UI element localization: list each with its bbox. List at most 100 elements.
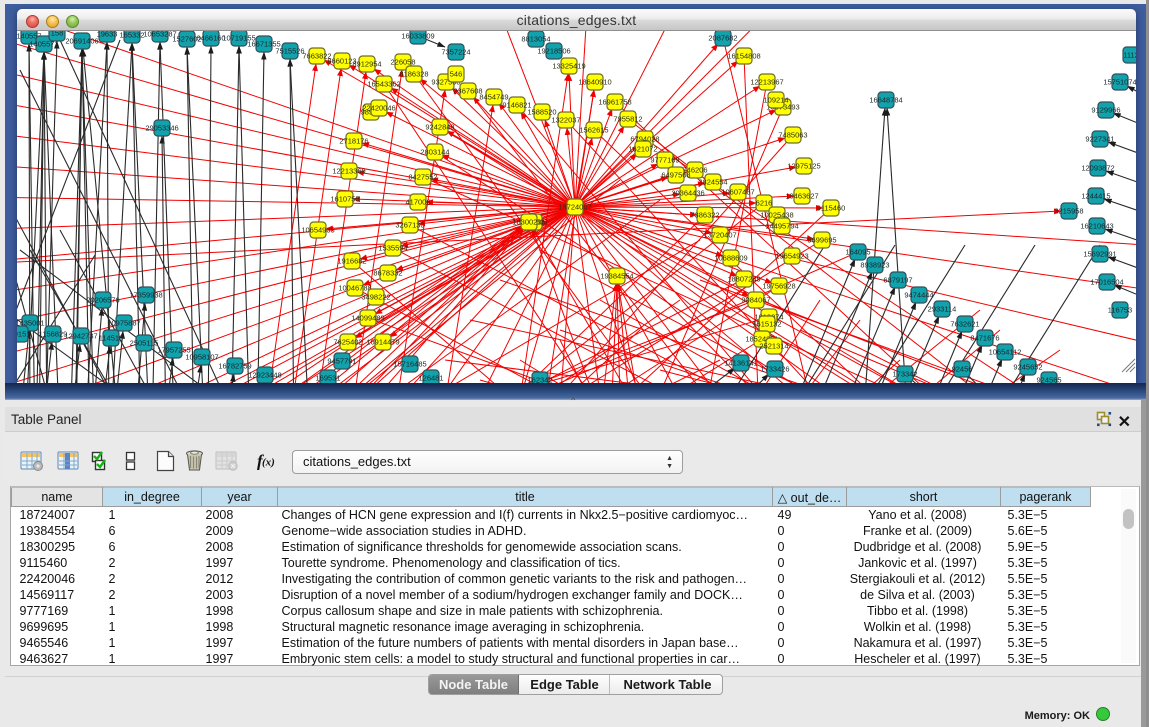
svg-text:92456: 92456: [952, 365, 973, 374]
svg-text:8938923: 8938923: [860, 261, 889, 270]
svg-text:126481: 126481: [418, 374, 443, 383]
svg-text:15716485: 15716485: [393, 360, 426, 369]
svg-text:19756928: 19756928: [762, 282, 795, 291]
svg-text:2718176: 2718176: [339, 137, 368, 146]
svg-text:1562615: 1562615: [579, 126, 608, 135]
svg-text:19633: 19633: [97, 31, 118, 39]
svg-text:14099489: 14099489: [351, 314, 384, 323]
svg-text:14495794: 14495794: [765, 222, 798, 231]
svg-text:14136141: 14136141: [724, 359, 757, 368]
svg-text:9245652: 9245652: [1013, 363, 1042, 372]
svg-text:2521314: 2521314: [759, 342, 788, 351]
svg-text:13720407: 13720407: [703, 231, 736, 240]
svg-text:10607487: 10607487: [721, 188, 754, 197]
svg-text:18807249: 18807249: [727, 275, 760, 284]
svg-text:165332: 165332: [119, 31, 144, 40]
svg-text:18640910: 18640910: [578, 78, 611, 87]
svg-text:3215958: 3215958: [1054, 207, 1083, 216]
svg-text:18724007: 18724007: [558, 203, 591, 212]
svg-text:12975125: 12975125: [787, 162, 820, 171]
svg-text:1621072: 1621072: [628, 145, 657, 154]
svg-text:924565: 924565: [1036, 376, 1061, 383]
svg-text:1610755: 1610755: [330, 195, 359, 204]
svg-text:19384554: 19384554: [600, 272, 633, 281]
svg-text:164095: 164095: [845, 248, 870, 257]
svg-text:7632621: 7632621: [950, 320, 979, 329]
svg-text:546: 546: [450, 70, 463, 79]
svg-text:1156829: 1156829: [39, 330, 68, 339]
svg-text:10688609: 10688609: [714, 254, 747, 263]
svg-text:20691406: 20691406: [65, 37, 98, 46]
svg-text:10463627: 10463627: [785, 192, 818, 201]
svg-text:10654935: 10654935: [301, 226, 334, 235]
svg-text:158: 158: [51, 31, 64, 38]
svg-text:16154808: 16154808: [727, 52, 760, 61]
svg-text:173342: 173342: [892, 370, 917, 379]
svg-text:9457791: 9457791: [327, 357, 356, 366]
svg-text:9474444: 9474444: [904, 291, 933, 300]
svg-text:12923448: 12923448: [248, 371, 281, 380]
svg-text:6216: 6216: [756, 199, 773, 208]
svg-text:6879197: 6879197: [883, 276, 912, 285]
svg-text:12213967: 12213967: [750, 78, 783, 87]
svg-text:1322037: 1322037: [551, 116, 580, 125]
svg-text:9699695: 9699695: [807, 236, 836, 245]
svg-text:10958107: 10958107: [185, 353, 218, 362]
svg-text:16648784: 16648784: [869, 96, 902, 105]
svg-text:29053346: 29053346: [145, 124, 178, 133]
svg-text:16033809: 16033809: [401, 32, 434, 41]
svg-text:2505115: 2505115: [130, 339, 159, 348]
svg-text:8427552: 8427552: [408, 173, 437, 182]
svg-text:114519: 114519: [99, 334, 123, 343]
svg-text:9084067: 9084067: [741, 296, 770, 305]
svg-text:6466160: 6466160: [196, 34, 225, 43]
svg-text:109214: 109214: [763, 96, 788, 105]
svg-text:9227341: 9227341: [1085, 135, 1114, 144]
svg-text:6497568: 6497568: [661, 171, 690, 180]
svg-text:9129966: 9129966: [1091, 106, 1120, 115]
svg-text:1535594: 1535594: [378, 244, 407, 253]
svg-text:7955812: 7955812: [613, 115, 642, 124]
svg-text:16543362: 16543362: [367, 80, 400, 89]
svg-text:8912954: 8912954: [352, 60, 381, 69]
svg-text:22420046: 22420046: [362, 104, 395, 113]
svg-text:3267130: 3267130: [395, 221, 424, 230]
svg-text:16961758: 16961758: [598, 98, 631, 107]
svg-text:(x): (x): [262, 457, 275, 469]
svg-text:17016504: 17016504: [1090, 278, 1123, 287]
svg-text:18300295: 18300295: [512, 218, 545, 227]
svg-text:116753: 116753: [1108, 306, 1132, 315]
svg-text:15692991: 15692991: [1083, 250, 1116, 259]
svg-text:9242848: 9242848: [425, 123, 454, 132]
svg-text:7625402: 7625402: [333, 338, 362, 347]
svg-text:2803144: 2803144: [420, 148, 449, 157]
svg-text:16210643: 16210643: [1080, 222, 1113, 231]
svg-text:10654112: 10654112: [989, 348, 1022, 357]
svg-text:16914479: 16914479: [366, 338, 399, 347]
svg-text:3498222: 3498222: [361, 293, 390, 302]
svg-text:1112: 1112: [1123, 51, 1136, 60]
svg-text:8471676: 8471676: [970, 334, 999, 343]
svg-text:7515526: 7515526: [275, 47, 304, 56]
svg-text:12942737: 12942737: [64, 332, 97, 341]
svg-text:2367608: 2367608: [453, 87, 482, 96]
svg-text:13325419: 13325419: [552, 62, 585, 71]
svg-text:39151: 39151: [17, 330, 30, 339]
svg-text:20364436: 20364436: [671, 189, 704, 198]
svg-text:12213369: 12213369: [332, 167, 365, 176]
svg-text:9777169: 9777169: [650, 156, 679, 165]
svg-text:226058: 226058: [390, 58, 415, 67]
svg-text:16782759: 16782759: [218, 362, 251, 371]
svg-text:1244415: 1244415: [1081, 192, 1110, 201]
svg-text:2933114: 2933114: [928, 305, 957, 314]
svg-text:1916682: 1916682: [337, 257, 366, 266]
svg-text:17359938: 17359938: [129, 291, 162, 300]
svg-text:10046788: 10046788: [338, 284, 371, 293]
svg-text:15751074: 15751074: [1103, 78, 1136, 87]
svg-text:3824554: 3824554: [698, 178, 727, 187]
svg-text:8678332: 8678332: [373, 269, 402, 278]
svg-text:10975887: 10975887: [107, 319, 140, 328]
svg-text:20206576: 20206576: [86, 296, 119, 305]
svg-text:1615132: 1615132: [752, 320, 781, 329]
svg-text:169531: 169531: [315, 374, 340, 383]
